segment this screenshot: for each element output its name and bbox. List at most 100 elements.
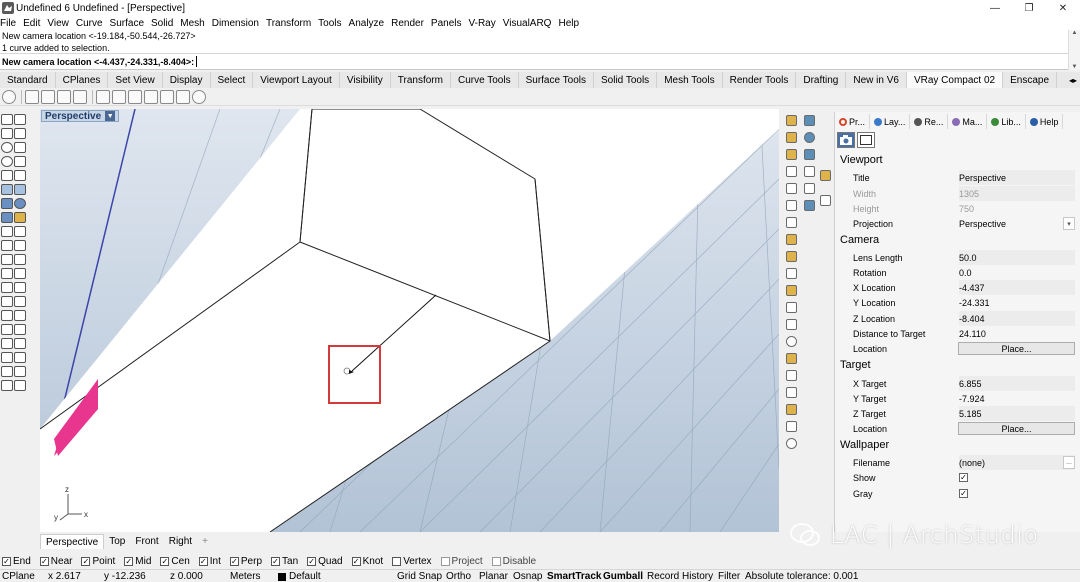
tab-enscape[interactable]: Enscape	[1003, 72, 1058, 88]
vray-clipper-icon[interactable]	[804, 200, 815, 211]
osnap-checkbox[interactable]: ✓	[351, 557, 361, 566]
vray-sphere-icon[interactable]	[804, 132, 815, 143]
add-viewport-tab-button[interactable]: +	[197, 534, 213, 549]
vray-tag-icon[interactable]	[786, 285, 797, 296]
viewport-title-tab[interactable]: Perspective ▼	[41, 110, 120, 122]
freeform-icon[interactable]	[14, 170, 26, 181]
lens-length-field[interactable]: 50.0	[959, 250, 1075, 265]
status-layer[interactable]: Default	[278, 570, 321, 582]
tab-solid-tools[interactable]: Solid Tools	[594, 72, 658, 88]
menu-edit[interactable]: Edit	[23, 18, 40, 29]
menu-analyze[interactable]: Analyze	[349, 18, 385, 29]
vray-layer-icon[interactable]	[786, 370, 797, 381]
vray-save-icon[interactable]	[786, 149, 797, 160]
loft-icon[interactable]	[14, 184, 26, 195]
tab-select[interactable]: Select	[211, 72, 254, 88]
osnap-checkbox[interactable]: ✓	[307, 557, 317, 566]
osnap-point[interactable]: ✓ Point	[81, 556, 115, 567]
point-icon[interactable]	[14, 114, 26, 125]
text-icon[interactable]	[14, 324, 26, 335]
osnap-checkbox[interactable]: ✓	[229, 557, 239, 566]
menu-vray[interactable]: V-Ray	[469, 18, 496, 29]
wallpaper-filename-field[interactable]: (none)	[959, 455, 1075, 470]
panel-tab-libraries[interactable]: Lib...	[987, 114, 1026, 129]
osnap-checkbox[interactable]: ✓	[81, 557, 91, 566]
vray-asset-editor-icon[interactable]	[25, 89, 39, 104]
menu-dimension[interactable]: Dimension	[212, 18, 259, 29]
sphere-solid-icon[interactable]	[14, 198, 26, 209]
osnap-quad[interactable]: ✓ Quad	[307, 556, 343, 567]
vray-box-icon[interactable]	[820, 195, 831, 206]
surface-icon[interactable]	[1, 184, 13, 195]
tab-new-in-v6[interactable]: New in V6	[846, 72, 907, 88]
panel-tab-layers[interactable]: Lay...	[870, 114, 911, 129]
menu-mesh[interactable]: Mesh	[180, 18, 204, 29]
distance-to-target-field[interactable]: 24.110	[959, 326, 1075, 341]
vray-bucket-icon[interactable]	[786, 404, 797, 415]
tab-vray-compact[interactable]: VRay Compact 02	[906, 72, 1004, 88]
copy-icon[interactable]	[14, 282, 26, 293]
status-filter[interactable]: Filter	[718, 570, 740, 582]
vray-eye-icon[interactable]	[786, 268, 797, 279]
select-arrow-icon[interactable]	[1, 114, 13, 125]
vray-grid-icon[interactable]	[786, 353, 797, 364]
browse-button[interactable]: ...	[1063, 456, 1075, 469]
tab-standard[interactable]: Standard	[0, 72, 56, 88]
rectangle-icon[interactable]	[1, 170, 13, 181]
osnap-checkbox[interactable]: ✓	[2, 557, 11, 566]
vray-panel-icon[interactable]	[820, 170, 831, 181]
menu-surface[interactable]: Surface	[110, 18, 144, 29]
status-grid-snap[interactable]: Grid Snap	[397, 570, 442, 582]
vray-cube-icon[interactable]	[804, 115, 815, 126]
vray-ruler-icon[interactable]	[786, 251, 797, 262]
show-checkbox[interactable]: ✓	[959, 473, 968, 482]
menu-help[interactable]: Help	[558, 18, 579, 29]
vray-dome-icon[interactable]	[804, 166, 815, 177]
panel-tab-help[interactable]: Help	[1026, 114, 1064, 129]
arc-icon[interactable]	[14, 142, 26, 153]
tab-viewport-layout[interactable]: Viewport Layout	[253, 72, 340, 88]
y-location-field[interactable]: -24.331	[959, 295, 1075, 310]
panel-tab-properties[interactable]: Pr...	[835, 114, 871, 129]
cylinder-icon[interactable]	[1, 212, 13, 223]
vray-folder-icon[interactable]	[786, 132, 797, 143]
fillet-icon[interactable]	[1, 240, 13, 251]
circle-icon[interactable]	[1, 142, 13, 153]
vray-proxy-icon[interactable]	[160, 89, 174, 104]
osnap-checkbox[interactable]: ✓	[198, 557, 208, 566]
rhino-app-icon[interactable]	[2, 2, 14, 14]
rotation-field[interactable]: 0.0	[959, 265, 1075, 280]
menu-solid[interactable]: Solid	[151, 18, 173, 29]
tab-display[interactable]: Display	[163, 72, 211, 88]
panel-tab-materials[interactable]: Ma...	[948, 114, 988, 129]
status-ortho[interactable]: Ortho	[446, 570, 471, 582]
trim-icon[interactable]	[1, 254, 13, 265]
extrude-icon[interactable]	[14, 212, 26, 223]
tab-transform[interactable]: Transform	[391, 72, 451, 88]
scale-icon[interactable]	[14, 296, 26, 307]
vray-sphere-light-icon[interactable]	[112, 89, 126, 104]
vray-scene-icon[interactable]	[192, 89, 206, 104]
move-icon[interactable]	[1, 282, 13, 293]
osnap-checkbox[interactable]	[392, 557, 402, 566]
close-button[interactable]: ✕	[1046, 0, 1080, 16]
viewport-properties-button[interactable]	[837, 132, 855, 148]
layer-icon[interactable]	[1, 380, 13, 391]
command-scrollbar[interactable]: ▲ ▼	[1068, 30, 1080, 70]
osnap-checkbox[interactable]: ✓	[124, 557, 134, 566]
osnap-near[interactable]: ✓ Near	[39, 556, 72, 567]
status-record-history[interactable]: Record History	[647, 570, 713, 582]
status-planar[interactable]: Planar	[479, 570, 508, 582]
scroll-up-icon[interactable]: ▲	[1072, 30, 1078, 36]
panel-tab-render[interactable]: Re...	[910, 114, 949, 129]
vray-target-icon[interactable]	[786, 438, 797, 449]
tab-visibility[interactable]: Visibility	[340, 72, 391, 88]
vray-home-icon[interactable]	[786, 421, 797, 432]
viewport-canvas[interactable]: z x y	[40, 109, 779, 532]
tab-mesh-tools[interactable]: Mesh Tools	[657, 72, 723, 88]
chamfer-icon[interactable]	[14, 240, 26, 251]
osnap-checkbox[interactable]: ✓	[160, 557, 170, 566]
z-location-field[interactable]: -8.404	[959, 311, 1075, 326]
viewtab-right[interactable]: Right	[164, 534, 197, 549]
vray-wrench-icon[interactable]	[786, 302, 797, 313]
